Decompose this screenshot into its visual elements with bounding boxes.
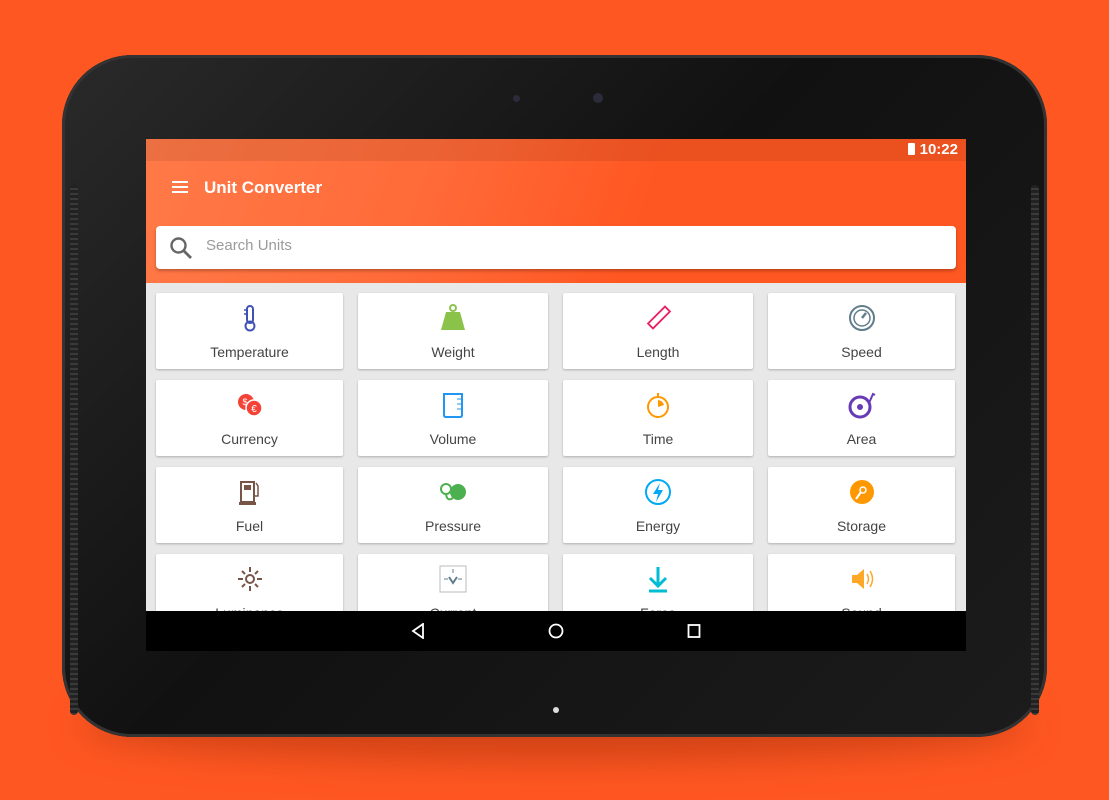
search-bar[interactable] (156, 226, 956, 269)
app-title: Unit Converter (204, 178, 323, 197)
pressure-icon (440, 483, 466, 501)
category-label: Storage (836, 518, 887, 534)
category-speed[interactable]: Speed (768, 293, 955, 369)
category-label: Fuel (235, 518, 264, 534)
category-pressure[interactable]: Pressure (358, 467, 548, 543)
device-screen: 10:22 Unit Converter Temperature Weight Le… (146, 139, 966, 651)
category-storage[interactable]: Storage (768, 467, 955, 543)
category-label: Time (642, 431, 674, 447)
beaker-icon (443, 393, 463, 418)
search-input[interactable] (206, 237, 906, 254)
category-grid: Temperature Weight Length Speed € $ Currency Vo… (156, 293, 956, 630)
fuel-pump-icon (238, 481, 259, 505)
bulb-icon (439, 565, 467, 593)
download-arrow-icon (648, 567, 668, 593)
battery-icon (907, 143, 915, 155)
back-icon[interactable] (411, 622, 425, 644)
status-bar: 10:22 (146, 139, 966, 161)
app-bar: 10:22 Unit Converter (146, 139, 966, 283)
category-label: Length (636, 344, 680, 360)
lightning-icon (645, 479, 671, 505)
right-speaker-grille (1031, 185, 1039, 715)
category-label: Area (846, 431, 877, 447)
thermometer-icon (243, 305, 255, 332)
recents-icon[interactable] (687, 623, 701, 644)
front-camera (593, 93, 603, 103)
home-icon[interactable] (548, 623, 564, 644)
category-label: Currency (221, 431, 278, 447)
sun-icon (237, 567, 262, 591)
left-speaker-grille (70, 185, 78, 715)
category-energy[interactable]: Energy (563, 467, 753, 543)
ruler-icon (646, 305, 672, 330)
category-time[interactable]: Time (563, 380, 753, 456)
notification-led (553, 707, 559, 713)
status-time: 10:22 (919, 141, 958, 158)
speaker-icon (851, 569, 873, 589)
category-label: Weight (431, 344, 475, 360)
navigation-bar (146, 611, 966, 651)
category-label: Temperature (210, 344, 289, 360)
category-currency[interactable]: € $ Currency (156, 380, 343, 456)
tape-measure-icon (848, 392, 875, 419)
sensor (513, 95, 520, 102)
svg-text:$: $ (242, 397, 247, 407)
currency-icon: €$ (237, 394, 263, 417)
category-fuel[interactable]: Fuel (156, 467, 343, 543)
category-label: Volume (429, 431, 477, 447)
disc-icon (849, 480, 874, 504)
category-label: Speed (841, 344, 882, 360)
category-length[interactable]: Length (563, 293, 753, 369)
hamburger-menu-icon[interactable] (172, 181, 188, 193)
weight-icon (441, 304, 465, 330)
svg-text:€: € (251, 404, 257, 415)
category-weight[interactable]: Weight (358, 293, 548, 369)
search-icon (170, 237, 192, 259)
category-label: Energy (635, 518, 681, 534)
category-area[interactable]: Area (768, 380, 955, 456)
category-label: Pressure (424, 518, 482, 534)
category-temperature[interactable]: Temperature (156, 293, 343, 369)
category-volume[interactable]: Volume (358, 380, 548, 456)
speedometer-icon (848, 305, 875, 331)
stopwatch-icon (647, 393, 669, 418)
